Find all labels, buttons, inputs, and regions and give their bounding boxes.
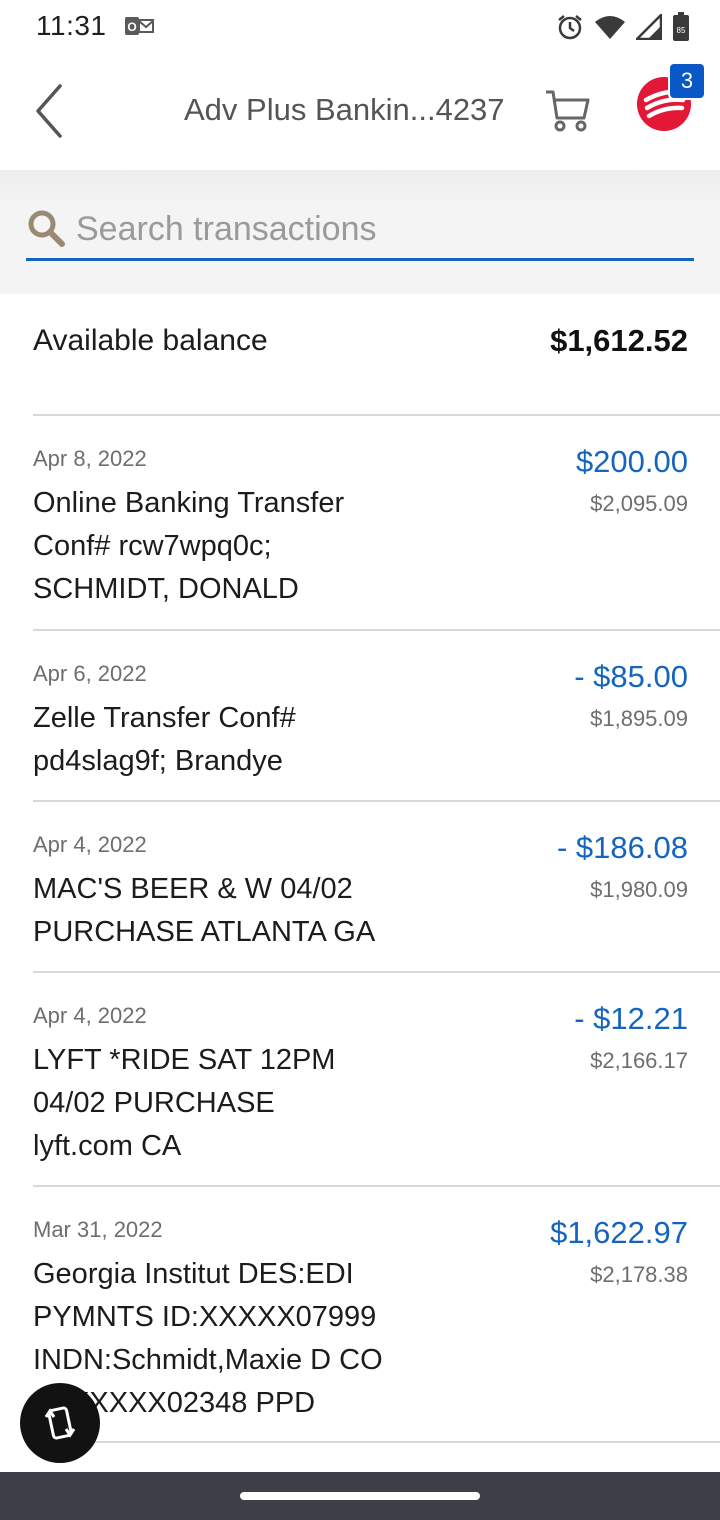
screen-rotate-icon	[44, 1406, 76, 1440]
transaction-description: LYFT *RIDE SAT 12PM 04/02 PURCHASE lyft.…	[33, 1044, 336, 1162]
notification-badge: 3	[668, 62, 706, 100]
transaction-description: MAC'S BEER & W 04/02 PURCHASE ATLANTA GA	[33, 873, 376, 948]
search-input[interactable]: Search transactions	[26, 206, 694, 261]
transaction-row[interactable]: Apr 6, 2022 Zelle Transfer Conf# pd4slag…	[33, 629, 720, 800]
rotate-screen-button[interactable]	[20, 1383, 100, 1463]
transaction-description: Zelle Transfer Conf# pd4slag9f; Brandye	[33, 702, 296, 777]
transaction-amount: - $12.21	[574, 1001, 688, 1036]
transaction-running-balance: $2,166.17	[590, 1048, 688, 1073]
transaction-description: Georgia Institut DES:EDI PYMNTS ID:XXXXX…	[33, 1258, 383, 1419]
balance-value: $1,612.52	[550, 323, 688, 358]
transaction-running-balance: $2,095.09	[590, 491, 688, 516]
search-placeholder: Search transactions	[76, 210, 377, 248]
battery-level: 85	[677, 26, 686, 35]
transaction-row[interactable]: Apr 4, 2022 LYFT *RIDE SAT 12PM 04/02 PU…	[33, 971, 720, 1185]
signal-icon	[636, 14, 662, 40]
back-chevron-icon	[36, 84, 62, 138]
transaction-row[interactable]: Apr 4, 2022 MAC'S BEER & W 04/02 PURCHAS…	[33, 800, 720, 971]
transaction-row[interactable]: Mar 31, 2022 Georgia Institut DES:EDI PY…	[33, 1185, 720, 1443]
alarm-icon	[558, 15, 582, 40]
status-icons: 85	[556, 10, 690, 44]
battery-icon: 85	[673, 12, 689, 41]
balance-label: Available balance	[33, 324, 268, 357]
transaction-running-balance: $2,178.38	[590, 1262, 688, 1287]
page-title: Adv Plus Bankin...4237	[184, 92, 505, 127]
system-nav-bar	[0, 1472, 720, 1520]
back-button[interactable]	[28, 82, 72, 140]
status-bar: 11:31 O 85	[0, 0, 720, 54]
transaction-list: Apr 8, 2022 Online Banking Transfer Conf…	[0, 414, 720, 1443]
transaction-amount: - $186.08	[557, 830, 688, 865]
cart-icon	[546, 90, 590, 132]
status-time: 11:31	[36, 10, 107, 41]
available-balance-row: Available balance $1,612.52	[0, 294, 720, 414]
transaction-row[interactable]: Apr 8, 2022 Online Banking Transfer Conf…	[33, 414, 720, 629]
cart-button[interactable]	[544, 88, 592, 134]
wifi-icon	[595, 16, 625, 39]
transaction-amount: $200.00	[575, 444, 688, 479]
outlook-icon: O	[125, 17, 154, 35]
search-section: Search transactions	[0, 170, 720, 294]
transaction-running-balance: $1,980.09	[590, 877, 688, 902]
transaction-description: Online Banking Transfer Conf# rcw7wpq0c;…	[33, 487, 345, 605]
search-icon	[28, 210, 65, 247]
transaction-running-balance: $1,895.09	[590, 706, 688, 731]
home-gesture-handle[interactable]	[240, 1492, 480, 1500]
svg-text:O: O	[127, 20, 136, 34]
transaction-amount: - $85.00	[574, 659, 688, 694]
transaction-amount: $1,622.97	[550, 1215, 688, 1250]
app-header: Adv Plus Bankin...4237 3	[0, 54, 720, 171]
